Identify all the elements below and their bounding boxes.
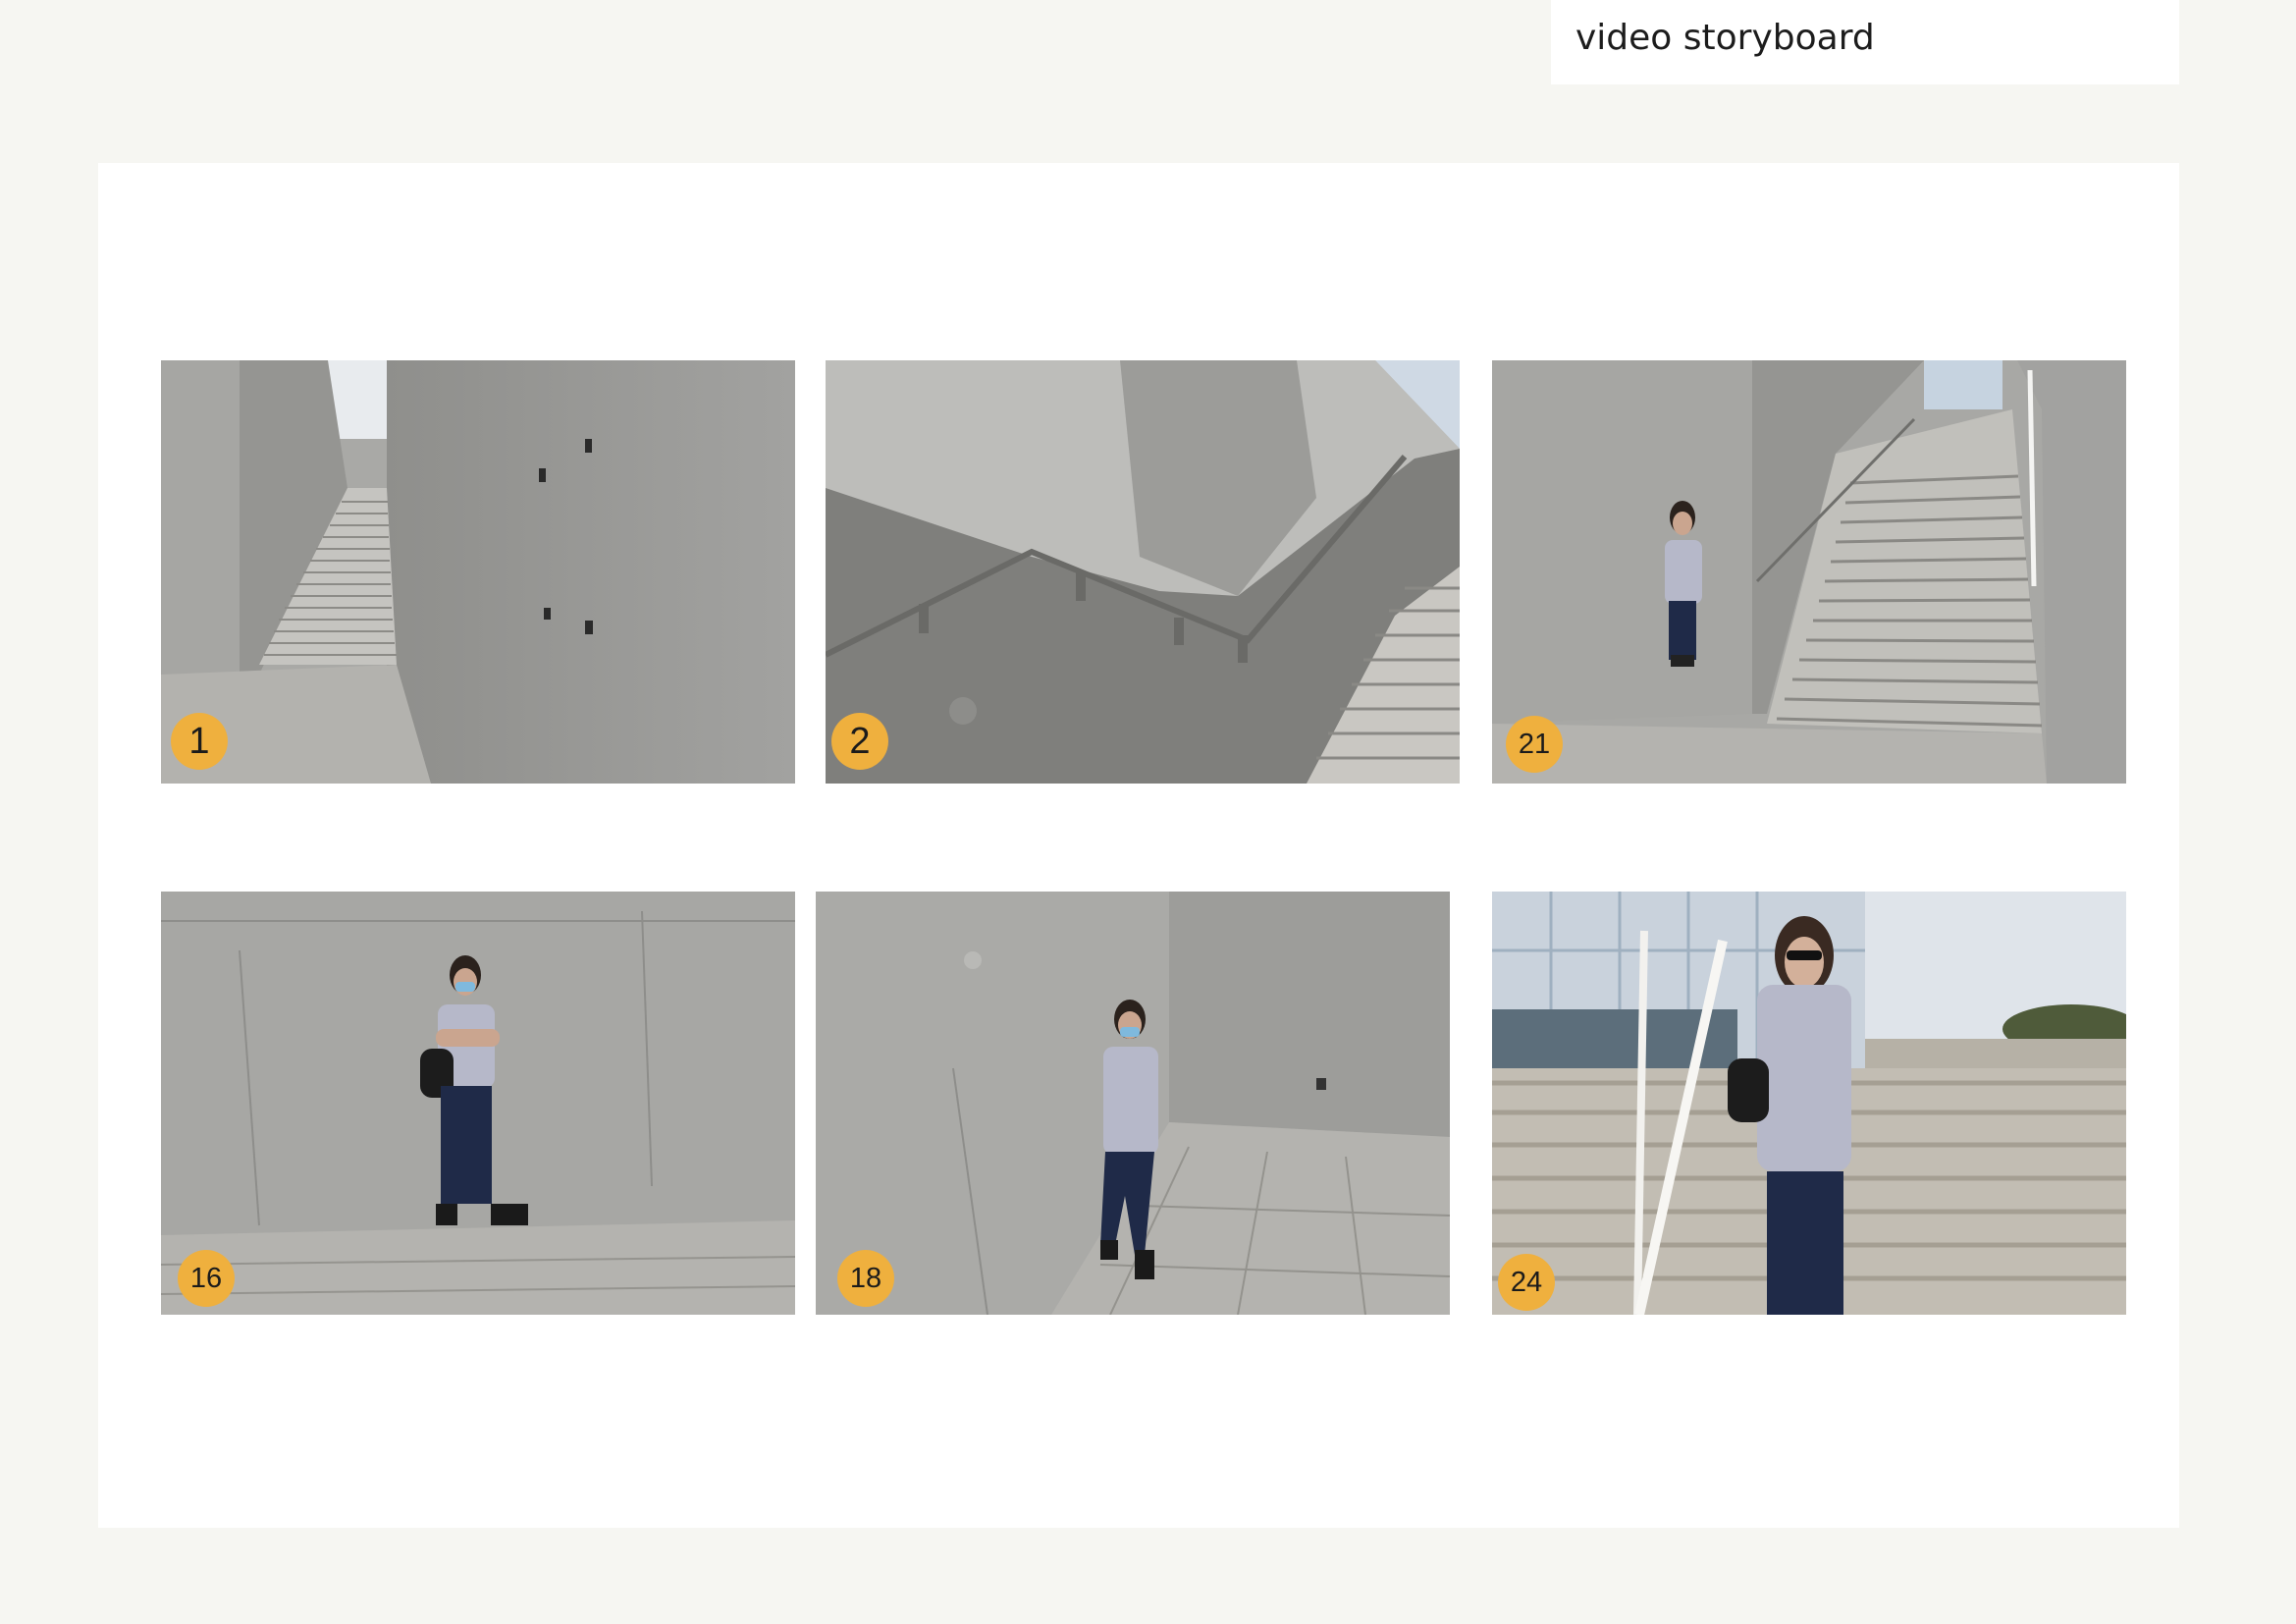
frame-number-badge: 18 xyxy=(837,1250,894,1307)
frame-photo xyxy=(826,360,1460,784)
storyboard-frame-1: 1 xyxy=(161,360,795,784)
frame-number-badge: 2 xyxy=(831,713,888,770)
frame-photo xyxy=(816,892,1450,1315)
title-tab: video storyboard xyxy=(1551,0,2179,84)
frame-photo xyxy=(161,892,795,1315)
storyboard-frame-18: 18 xyxy=(816,892,1450,1315)
frame-number-badge: 21 xyxy=(1506,716,1563,773)
frame-number-badge: 16 xyxy=(178,1250,235,1307)
frame-number-badge: 1 xyxy=(171,713,228,770)
storyboard-frame-2: 2 xyxy=(826,360,1460,784)
frame-photo xyxy=(161,360,795,784)
frame-photo xyxy=(1492,892,2126,1315)
frame-photo xyxy=(1492,360,2126,784)
frame-number-badge: 24 xyxy=(1498,1254,1555,1311)
page-title: video storyboard xyxy=(1575,18,1875,58)
storyboard-frame-16: 16 xyxy=(161,892,795,1315)
storyboard-frame-21: 21 xyxy=(1492,360,2126,784)
storyboard-frame-24: 24 xyxy=(1492,892,2126,1315)
